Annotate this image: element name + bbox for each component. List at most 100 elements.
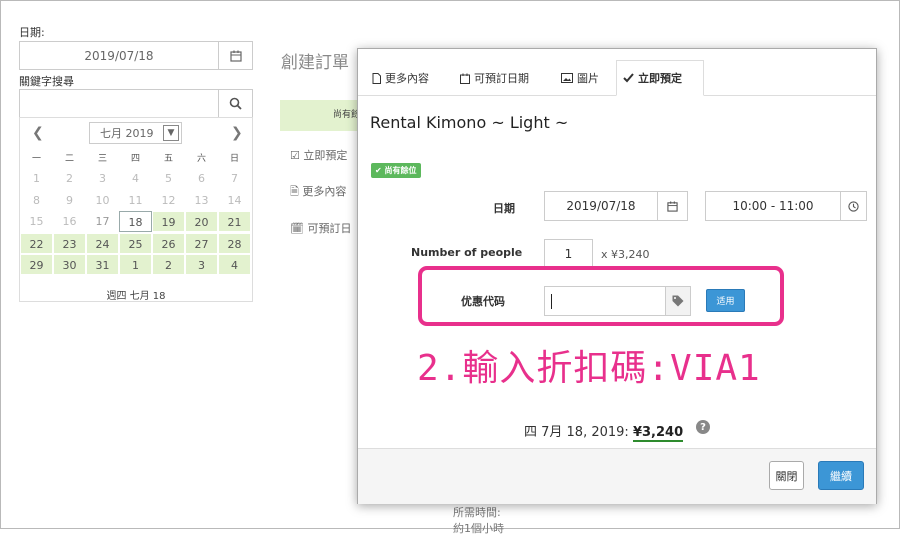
calendar-day[interactable]: 20	[185, 211, 218, 232]
tab-book-now-label: 立即預定	[638, 72, 682, 85]
summary-price: ¥3,240	[632, 425, 684, 442]
prev-month-icon[interactable]: ❮	[32, 125, 44, 141]
calendar-day[interactable]: 21	[218, 211, 251, 232]
calendar-day: 15	[29, 215, 44, 228]
chevron-down-icon[interactable]: ▼	[163, 125, 179, 141]
keyword-input[interactable]	[19, 89, 219, 118]
file-icon	[372, 72, 381, 84]
calendar-day-selected[interactable]: 18	[119, 211, 152, 232]
calendar-day[interactable]: 23	[53, 232, 86, 254]
calendar-day[interactable]: 22	[20, 232, 53, 254]
bg-tab-dates-label: 可預訂日	[307, 222, 352, 235]
keyword-label: 關鍵字搜尋	[19, 75, 74, 88]
bg-tab-dates[interactable]: 🗓 可預訂日	[290, 220, 351, 236]
weekday-header: 六	[196, 154, 206, 164]
calendar-day[interactable]: 2	[152, 254, 185, 275]
date-picker-calendar: ❮ 七月 2019 ▼ ❯ 一二三四五六日 1 2 3 4 5 6 7 8 9 10 11 12 13 1…	[19, 117, 253, 302]
time-slot-input[interactable]: 10:00 - 11:00	[705, 191, 841, 221]
calendar-button[interactable]	[218, 41, 253, 70]
tab-more-info-label: 更多內容	[385, 72, 429, 85]
calendar-day: 12	[161, 193, 176, 207]
calendar-day[interactable]: 30	[53, 254, 86, 275]
calendar-day: 3	[99, 172, 106, 185]
people-input[interactable]: 1	[544, 239, 593, 269]
calendar-icon	[667, 200, 678, 212]
calendar-day[interactable]: 4	[218, 254, 251, 275]
calendar-day[interactable]: 28	[218, 232, 251, 254]
calendar-day: 16	[62, 215, 77, 228]
calendar-day[interactable]: 19	[152, 211, 185, 232]
coupon-highlight-box	[418, 266, 784, 326]
calendar-day: 7	[231, 172, 238, 185]
calendar-day: 1	[33, 172, 40, 185]
availability-badge: ✔ 尚有餘位	[371, 163, 421, 178]
bg-tab-more-label: 更多內容	[302, 185, 347, 198]
tab-images[interactable]: 圖片	[555, 61, 605, 95]
calendar-day: 11	[128, 193, 143, 207]
tab-book-now[interactable]: 立即預定	[616, 60, 704, 96]
calendar-day: 14	[227, 193, 242, 207]
time-slot-button[interactable]	[840, 191, 867, 221]
calendar-day: 10	[95, 193, 110, 207]
calendar-selected-date: 週四 七月 18	[106, 291, 166, 302]
booking-date-label: 日期	[493, 202, 515, 215]
calendar-day: 2	[66, 172, 73, 185]
month-select-value: 七月 2019	[100, 127, 154, 140]
help-icon[interactable]: ?	[696, 420, 710, 434]
tab-available-dates[interactable]: 可預訂日期	[454, 61, 535, 95]
check-icon	[623, 73, 634, 83]
modal-tabs: 更多內容 可預訂日期 圖片 立即預定	[358, 49, 876, 96]
calendar-icon: 🗓	[290, 222, 304, 235]
clock-icon	[848, 200, 859, 212]
booking-summary: 四 7月 18, 2019: ¥3,240	[524, 421, 684, 442]
tab-available-dates-label: 可預訂日期	[474, 72, 529, 85]
booking-date-calendar-button[interactable]	[657, 191, 688, 221]
calendar-day: 4	[132, 172, 139, 185]
product-title: Rental Kimono ~ Light ~	[370, 113, 569, 132]
weekday-header: 三	[97, 154, 107, 164]
image-icon	[561, 73, 573, 83]
modal-footer: 關閉 繼續	[358, 448, 876, 504]
calendar-day[interactable]: 25	[119, 232, 152, 254]
close-button[interactable]: 關閉	[769, 461, 804, 490]
weekday-header: 五	[163, 154, 173, 164]
duration-label: 所需時間:	[453, 506, 501, 519]
next-month-icon[interactable]: ❯	[231, 125, 243, 141]
calendar-icon	[460, 73, 470, 84]
unit-price: x ¥3,240	[601, 248, 650, 261]
continue-button[interactable]: 繼續	[818, 461, 864, 490]
calendar-day: 8	[33, 193, 40, 207]
tab-more-info[interactable]: 更多內容	[366, 61, 435, 95]
tab-images-label: 圖片	[577, 72, 599, 85]
duration-value: 約1個小時	[453, 522, 504, 535]
people-label: Number of people	[411, 246, 523, 259]
weekday-header: 一	[31, 154, 41, 164]
calendar-day[interactable]: 3	[185, 254, 218, 275]
search-button[interactable]	[218, 89, 253, 118]
calendar-day: 5	[165, 172, 172, 185]
weekday-header: 四	[130, 154, 140, 164]
calendar-day[interactable]: 26	[152, 232, 185, 254]
calendar-header: ❮ 七月 2019 ▼ ❯	[20, 118, 252, 148]
calendar-day: 9	[66, 193, 73, 207]
annotation-text: 2.輸入折扣碼:VIA1	[417, 348, 761, 389]
calendar-icon	[229, 50, 242, 62]
weekday-header: 日	[229, 154, 239, 164]
weekday-header: 二	[64, 154, 74, 164]
month-select[interactable]: 七月 2019 ▼	[89, 122, 182, 144]
calendar-day[interactable]: 29	[20, 254, 53, 275]
booking-date-input[interactable]: 2019/07/18	[544, 191, 658, 221]
calendar-day[interactable]: 27	[185, 232, 218, 254]
bg-tab-book-label: 立即預定	[303, 149, 348, 162]
calendar-day[interactable]: 24	[86, 232, 119, 254]
bg-tab-book[interactable]: ☑ 立即預定	[290, 147, 347, 163]
availability-banner: 尚有餘	[280, 100, 360, 131]
calendar-day[interactable]: 1	[119, 254, 152, 275]
search-icon	[229, 97, 242, 110]
page-title: 創建訂單	[281, 53, 349, 73]
file-icon: 🗎	[290, 185, 299, 198]
date-input[interactable]: 2019/07/18	[19, 41, 219, 70]
bg-tab-more[interactable]: 🗎 更多內容	[290, 183, 346, 202]
date-label: 日期:	[19, 26, 45, 39]
calendar-day[interactable]: 31	[86, 254, 119, 275]
